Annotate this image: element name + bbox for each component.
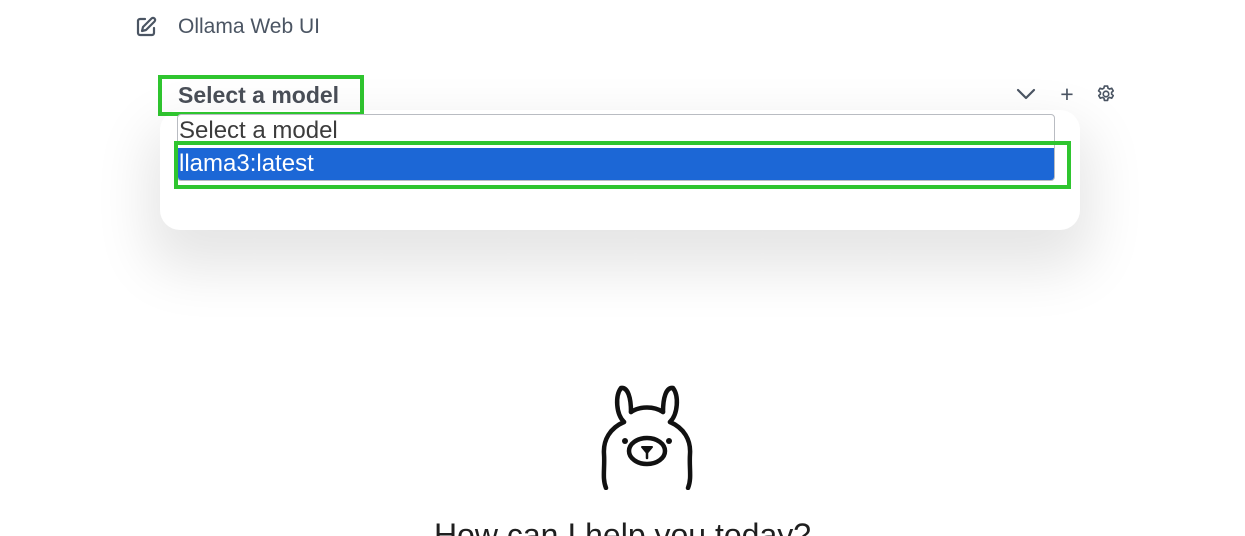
greeting-heading: How can I help you today?	[433, 517, 812, 536]
model-option-llama3[interactable]: llama3:latest	[178, 148, 1054, 180]
ollama-logo-icon	[601, 385, 693, 490]
plus-icon: +	[1060, 81, 1074, 107]
app-window: Ollama Web UI Select a model + Select a …	[0, 0, 1245, 536]
add-model-button[interactable]: +	[1057, 82, 1077, 106]
model-dropdown-list: Select a model llama3:latest	[177, 114, 1055, 181]
model-select-label: Select a model	[178, 82, 340, 108]
app-title: Ollama Web UI	[178, 15, 320, 38]
chevron-down-icon[interactable]	[1014, 84, 1038, 104]
gear-icon[interactable]	[1095, 83, 1117, 105]
new-chat-icon[interactable]	[134, 15, 158, 39]
model-option-placeholder[interactable]: Select a model	[178, 115, 1054, 147]
model-select[interactable]: Select a model	[158, 75, 364, 116]
